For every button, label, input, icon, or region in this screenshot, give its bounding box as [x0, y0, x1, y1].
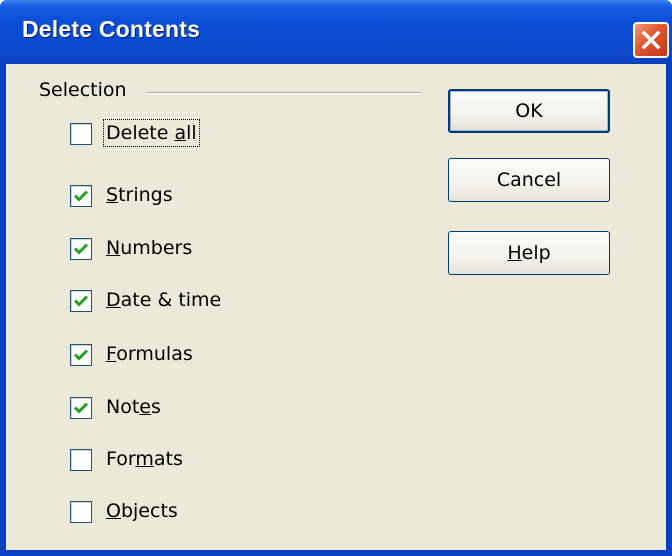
checkbox-label-notes: Notes	[106, 396, 161, 418]
dialog-window: Delete Contents Selection Delete all Str…	[0, 0, 672, 556]
close-button[interactable]	[633, 22, 669, 58]
checkbox-label-strings: Strings	[106, 184, 173, 206]
checkmark-icon	[73, 243, 89, 255]
checkbox-label-date-time: Date & time	[106, 289, 222, 311]
checkbox-box[interactable]	[70, 290, 92, 312]
dialog-body: Selection Delete all Strings Numbers Dat…	[6, 64, 666, 550]
checkbox-box[interactable]	[70, 397, 92, 419]
title-bar[interactable]: Delete Contents	[0, 0, 672, 64]
dialog-title: Delete Contents	[22, 16, 201, 42]
checkbox-label-formulas: Formulas	[106, 343, 193, 365]
help-button[interactable]: Help	[448, 231, 610, 275]
checkbox-box[interactable]	[70, 344, 92, 366]
checkbox-box[interactable]	[70, 123, 92, 145]
selection-group-divider	[147, 92, 422, 94]
checkmark-icon	[73, 295, 89, 307]
cancel-button[interactable]: Cancel	[448, 158, 610, 202]
checkbox-label-formats: Formats	[106, 448, 183, 470]
checkbox-box[interactable]	[70, 185, 92, 207]
checkbox-label-numbers: Numbers	[106, 237, 193, 259]
checkbox-box[interactable]	[70, 501, 92, 523]
checkmark-icon	[73, 402, 89, 414]
selection-group-label: Selection	[39, 79, 127, 101]
ok-button[interactable]: OK	[448, 89, 610, 133]
checkmark-icon	[73, 349, 89, 361]
checkmark-icon	[73, 190, 89, 202]
checkbox-label-objects: Objects	[106, 500, 178, 522]
close-icon	[641, 30, 661, 50]
checkbox-label-delete-all: Delete all	[103, 119, 200, 147]
checkbox-box[interactable]	[70, 238, 92, 260]
checkbox-box[interactable]	[70, 449, 92, 471]
